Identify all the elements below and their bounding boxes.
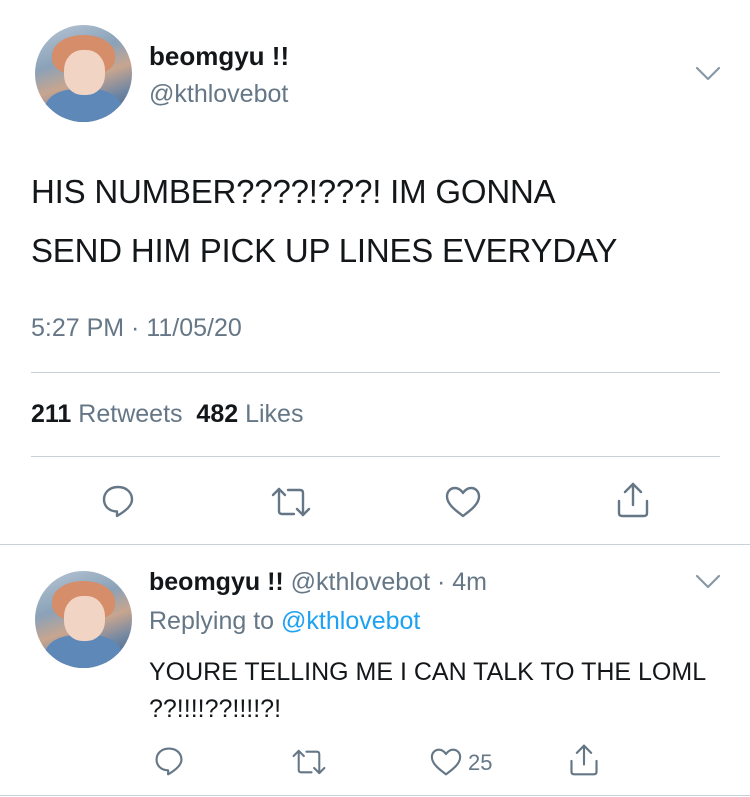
retweet-count[interactable]: 211 <box>31 400 71 428</box>
reply-display-name[interactable]: beomgyu !! <box>149 568 284 596</box>
divider <box>31 372 720 373</box>
heart-icon[interactable] <box>429 747 463 777</box>
replying-to-prefix: Replying to <box>149 607 275 635</box>
reply-handle-time[interactable]: @kthlovebot · 4m <box>291 568 487 596</box>
divider <box>31 456 720 457</box>
chevron-down-icon[interactable] <box>695 574 721 590</box>
retweet-label[interactable]: Retweets <box>78 400 182 428</box>
user-handle[interactable]: @kthlovebot <box>149 80 288 109</box>
replying-to-handle-link[interactable]: @kthlovebot <box>281 607 420 635</box>
reply-text: YOURE TELLING ME I CAN TALK TO THE LOML … <box>149 658 706 723</box>
avatar-face-shape <box>64 596 105 641</box>
reply-like-count: 25 <box>468 750 493 775</box>
heart-icon[interactable] <box>444 485 482 519</box>
avatar[interactable] <box>35 25 132 122</box>
divider <box>0 795 750 796</box>
replying-to: Replying to @kthlovebot <box>149 607 420 636</box>
tweet-timestamp: 5:27 PM · 11/05/20 <box>31 314 242 342</box>
reply-icon[interactable] <box>153 745 185 777</box>
tweet-text-line: HIS NUMBER????!???! IM GONNA <box>31 173 556 210</box>
tweet-text-line: SEND HIM PICK UP LINES EVERYDAY <box>31 232 618 269</box>
reply-icon[interactable] <box>100 483 136 519</box>
tweet-stats: 211 Retweets 482 Likes <box>31 400 303 429</box>
divider <box>0 544 750 545</box>
share-icon[interactable] <box>614 481 652 519</box>
share-icon[interactable] <box>567 743 601 777</box>
display-name[interactable]: beomgyu !! <box>149 41 289 72</box>
avatar-face-shape <box>64 50 105 95</box>
retweet-icon[interactable] <box>291 747 327 777</box>
reply-header: beomgyu !! @kthlovebot · 4m <box>149 568 487 597</box>
like-label[interactable]: Likes <box>245 400 303 428</box>
like-count[interactable]: 482 <box>196 400 238 428</box>
retweet-icon[interactable] <box>270 485 312 519</box>
avatar[interactable] <box>35 571 132 668</box>
tweet-text: HIS NUMBER????!???! IM GONNA SEND HIM PI… <box>31 162 721 280</box>
chevron-down-icon[interactable] <box>695 66 721 82</box>
